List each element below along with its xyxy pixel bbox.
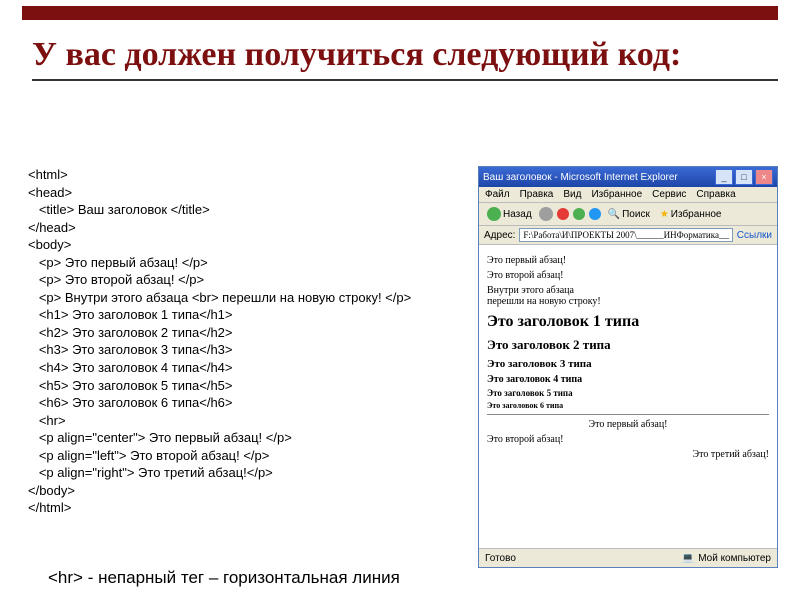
favorites-button[interactable]: ★Избранное — [657, 208, 725, 221]
heading-4: Это заголовок 4 типа — [487, 374, 769, 385]
slide-title: У вас должен получиться следующий код: — [32, 34, 778, 81]
home-icon[interactable] — [589, 208, 601, 220]
links-label[interactable]: Ссылки — [737, 230, 772, 241]
accent-bar — [22, 6, 778, 20]
menu-file[interactable]: Файл — [485, 189, 510, 200]
forward-icon[interactable] — [539, 207, 553, 221]
code-line: <h6> Это заголовок 6 типа</h6> — [28, 394, 458, 412]
code-line: <p> Это первый абзац! </p> — [28, 254, 458, 272]
menu-edit[interactable]: Правка — [520, 189, 554, 200]
menu-help[interactable]: Справка — [696, 189, 735, 200]
star-icon: ★ — [660, 209, 669, 220]
status-zone: Мой компьютер — [698, 553, 771, 564]
address-label: Адрес: — [484, 230, 515, 241]
code-line: <title> Ваш заголовок </title> — [28, 201, 458, 219]
menu-tools[interactable]: Сервис — [652, 189, 686, 200]
code-line: <p align="right"> Это третий абзац!</p> — [28, 464, 458, 482]
code-line: <html> — [28, 166, 458, 184]
para-center: Это первый абзац! — [487, 419, 769, 430]
code-line: <p> Это второй абзац! </p> — [28, 271, 458, 289]
maximize-button[interactable]: □ — [735, 169, 753, 185]
code-line: <p> Внутри этого абзаца <br> перешли на … — [28, 289, 458, 307]
para-1: Это первый абзац! — [487, 255, 769, 266]
browser-window: Ваш заголовок - Microsoft Internet Explo… — [478, 166, 778, 568]
stop-icon[interactable] — [557, 208, 569, 220]
computer-icon: 💻 — [682, 553, 694, 564]
address-bar: Адрес: Ссылки — [479, 226, 777, 245]
code-line: <body> — [28, 236, 458, 254]
footer-note: <hr> - непарный тег – горизонтальная лин… — [48, 568, 400, 588]
search-icon: 🔍 — [608, 209, 620, 220]
status-bar: Готово 💻 Мой компьютер — [479, 548, 777, 567]
heading-6: Это заголовок 6 типа — [487, 401, 769, 410]
para-3a: Внутри этого абзаца — [487, 285, 574, 296]
heading-1: Это заголовок 1 типа — [487, 313, 769, 331]
para-left: Это второй абзац! — [487, 434, 769, 445]
code-listing: <html><head> <title> Ваш заголовок </tit… — [28, 166, 458, 517]
close-button[interactable]: × — [755, 169, 773, 185]
search-button[interactable]: 🔍Поиск — [605, 208, 653, 221]
code-line: <h5> Это заголовок 5 типа</h5> — [28, 377, 458, 395]
code-line: <h4> Это заголовок 4 типа</h4> — [28, 359, 458, 377]
code-line: <p align="left"> Это второй абзац! </p> — [28, 447, 458, 465]
minimize-button[interactable]: _ — [715, 169, 733, 185]
code-line: <p align="center"> Это первый абзац! </p… — [28, 429, 458, 447]
code-line: <h1> Это заголовок 1 типа</h1> — [28, 306, 458, 324]
para-3: Внутри этого абзацаперешли на новую стро… — [487, 285, 769, 307]
heading-3: Это заголовок 3 типа — [487, 358, 769, 370]
address-input[interactable] — [519, 228, 732, 242]
heading-5: Это заголовок 5 типа — [487, 388, 769, 398]
code-line: <hr> — [28, 412, 458, 430]
back-button[interactable]: Назад — [484, 206, 535, 222]
page-viewport[interactable]: Это первый абзац! Это второй абзац! Внут… — [479, 245, 777, 549]
para-right: Это третий абзац! — [487, 449, 769, 460]
menu-bar: Файл Правка Вид Избранное Сервис Справка — [479, 187, 777, 203]
menu-view[interactable]: Вид — [563, 189, 581, 200]
code-line: </body> — [28, 482, 458, 500]
window-title: Ваш заголовок - Microsoft Internet Explo… — [483, 172, 713, 183]
back-icon — [487, 207, 501, 221]
hr — [487, 414, 769, 415]
code-line: <head> — [28, 184, 458, 202]
refresh-icon[interactable] — [573, 208, 585, 220]
status-done: Готово — [485, 553, 516, 564]
heading-2: Это заголовок 2 типа — [487, 337, 769, 353]
para-3b: перешли на новую строку! — [487, 296, 601, 307]
back-label: Назад — [503, 209, 532, 220]
menu-favorites[interactable]: Избранное — [591, 189, 642, 200]
favorites-label: Избранное — [671, 209, 722, 220]
para-2: Это второй абзац! — [487, 270, 769, 281]
browser-titlebar: Ваш заголовок - Microsoft Internet Explo… — [479, 167, 777, 187]
search-label: Поиск — [622, 209, 650, 220]
code-line: <h2> Это заголовок 2 типа</h2> — [28, 324, 458, 342]
code-line: </head> — [28, 219, 458, 237]
toolbar: Назад 🔍Поиск ★Избранное — [479, 203, 777, 226]
code-line: <h3> Это заголовок 3 типа</h3> — [28, 341, 458, 359]
status-zone-wrap: 💻 Мой компьютер — [682, 553, 771, 564]
code-line: </html> — [28, 499, 458, 517]
